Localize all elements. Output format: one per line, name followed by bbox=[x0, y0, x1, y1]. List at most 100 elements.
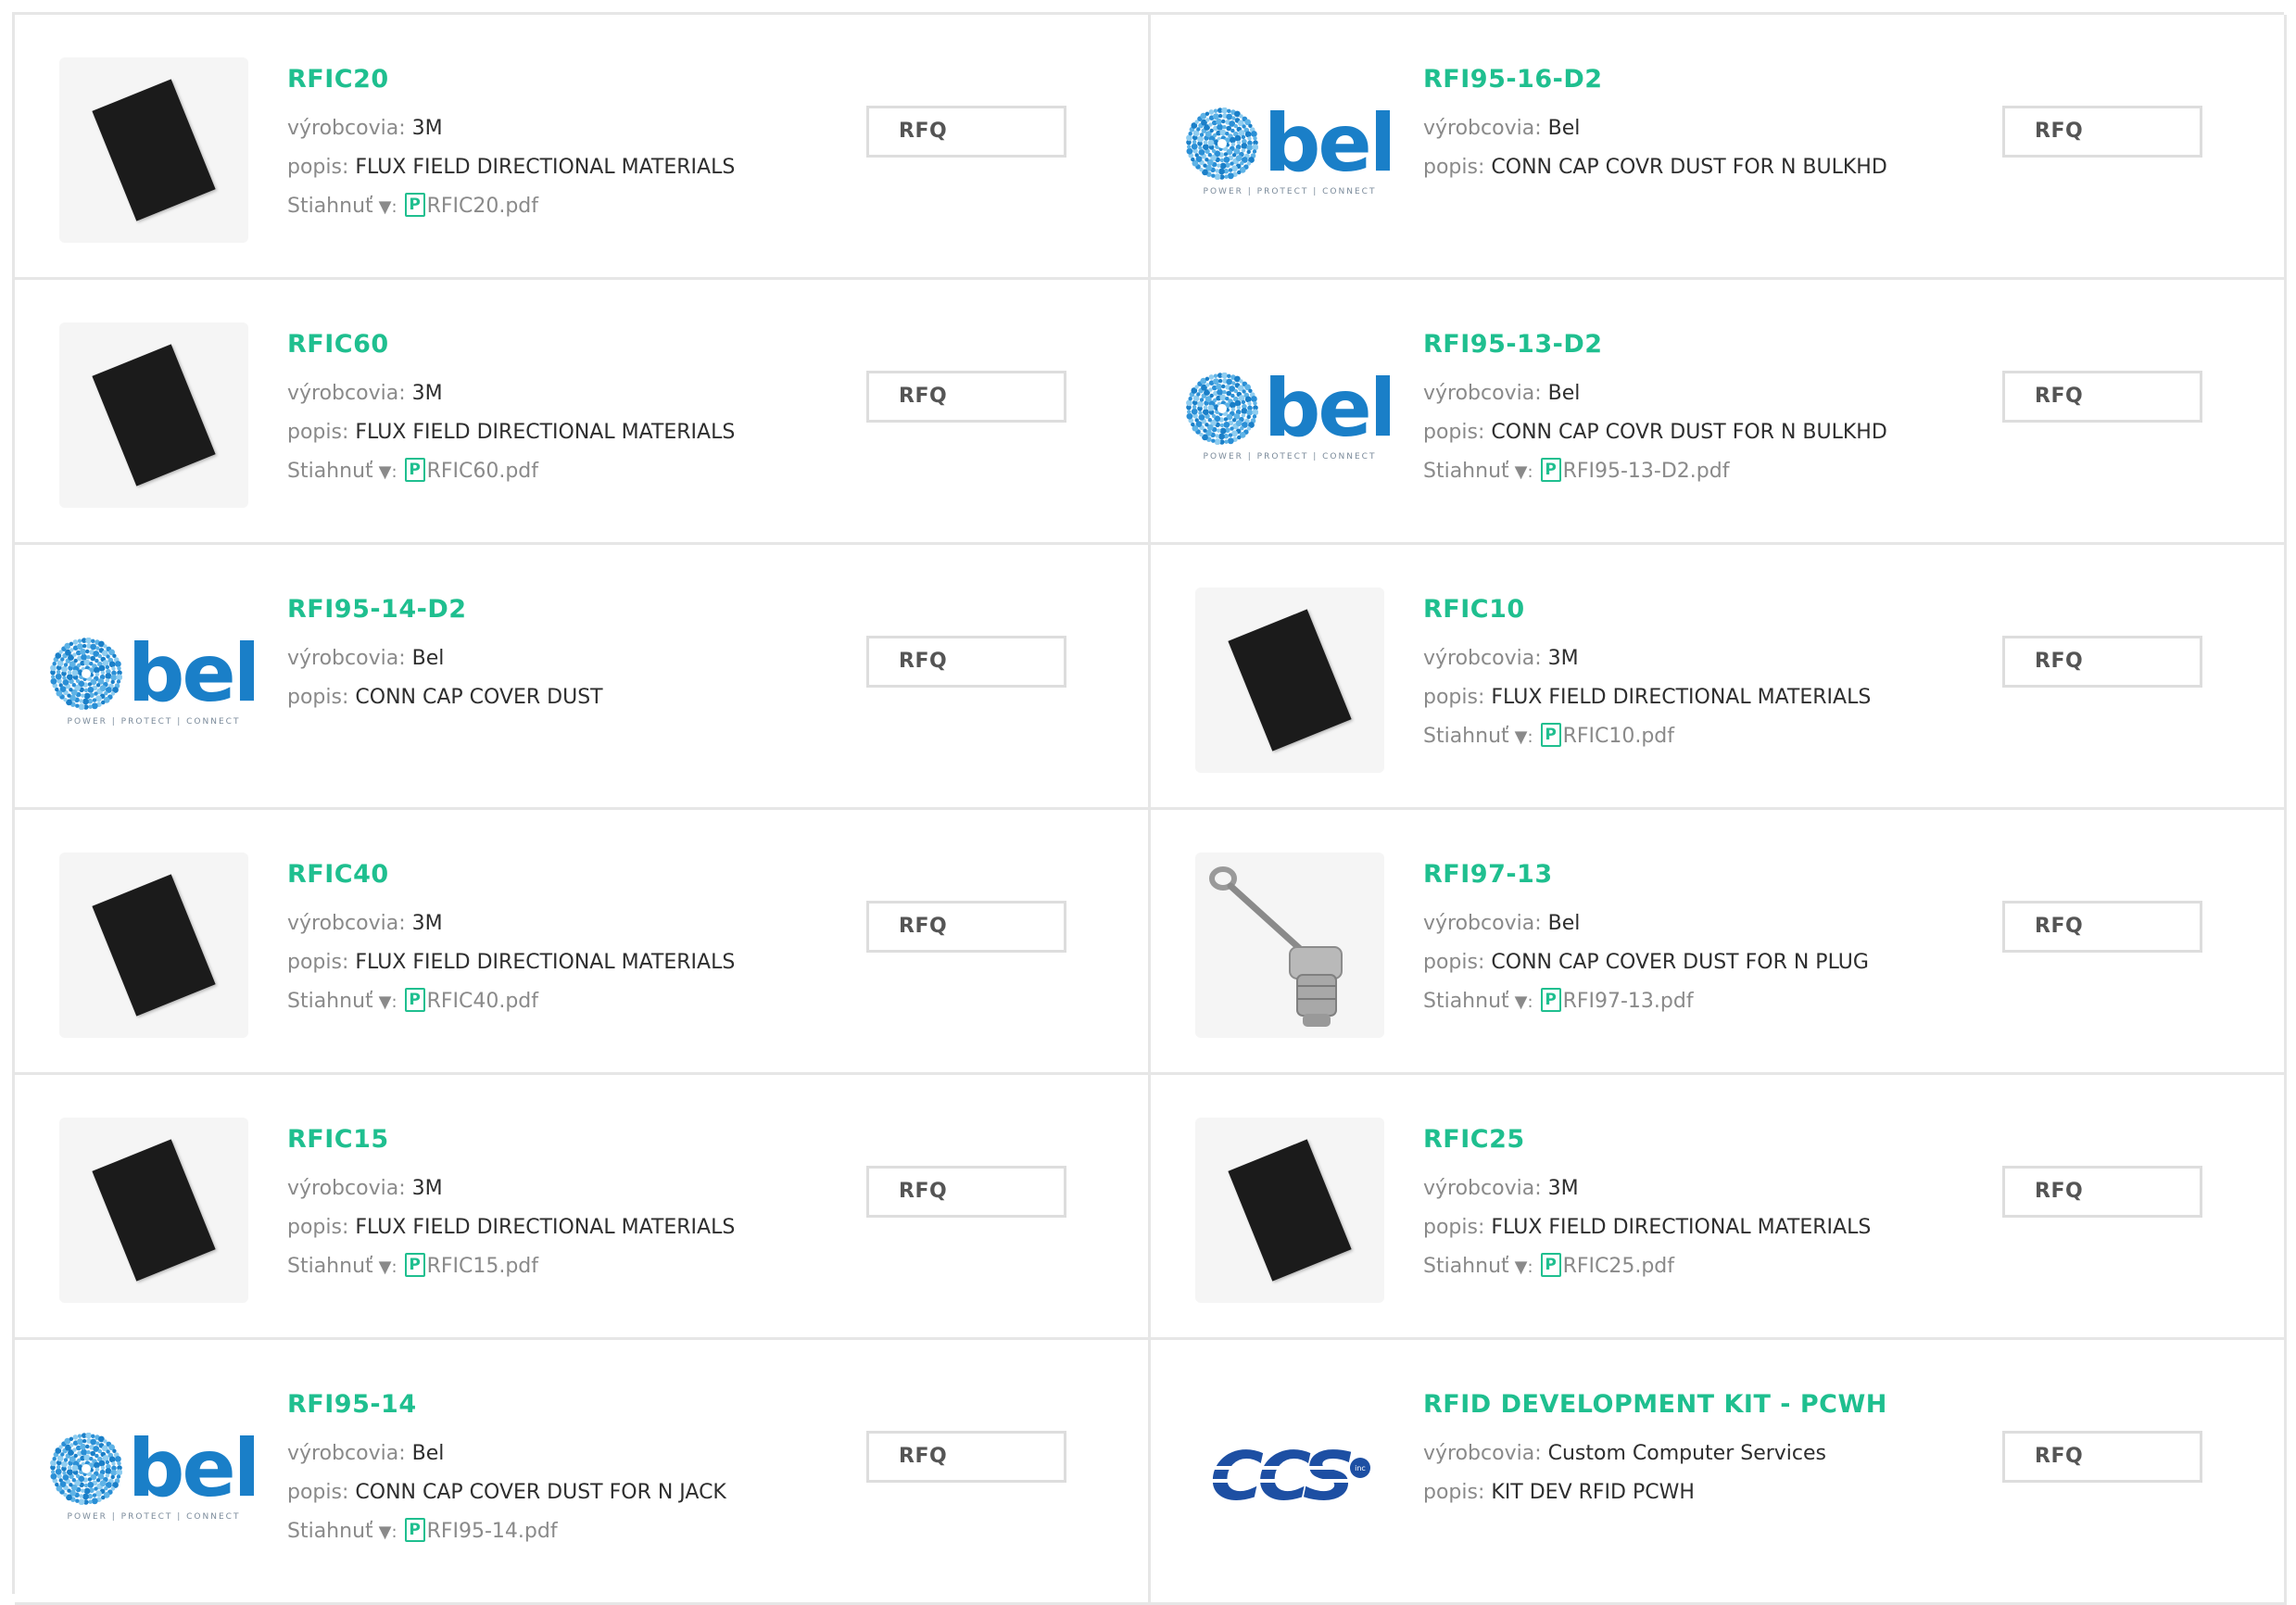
description-row: popis: KIT DEV RFID PCWH bbox=[1423, 1473, 1979, 1512]
product-card: RFIC15 výrobcovia: 3M popis: FLUX FIELD DI… bbox=[15, 1075, 1151, 1340]
manufacturer-row: výrobcovia: 3M bbox=[1423, 1169, 1979, 1208]
manufacturer-value: Bel bbox=[411, 1442, 445, 1465]
manufacturer-label: výrobcovia: bbox=[287, 647, 406, 670]
manufacturer-row: výrobcovia: 3M bbox=[287, 374, 843, 413]
rfq-button[interactable]: RFQ bbox=[866, 1431, 1066, 1483]
download-dropdown-icon[interactable]: ▼: bbox=[379, 1257, 397, 1277]
datasheet-link[interactable]: RFI95-13-D2.pdf bbox=[1563, 460, 1730, 483]
product-card: bel POWER | PROTECT | CONNECT RFI95-14 výro… bbox=[15, 1340, 1151, 1605]
product-image[interactable] bbox=[59, 1118, 248, 1303]
product-image[interactable] bbox=[1195, 588, 1384, 773]
product-card: RFIC25 výrobcovia: 3M popis: FLUX FIELD DI… bbox=[1151, 1075, 2287, 1340]
datasheet-link[interactable]: RFI97-13.pdf bbox=[1563, 990, 1694, 1013]
download-label: Stiahnuť bbox=[1423, 990, 1509, 1013]
description-value: FLUX FIELD DIRECTIONAL MATERIALS bbox=[355, 951, 736, 974]
manufacturer-value: 3M bbox=[411, 1177, 443, 1200]
product-image[interactable]: bel POWER | PROTECT | CONNECT bbox=[49, 1383, 260, 1568]
download-dropdown-icon[interactable]: ▼: bbox=[379, 197, 397, 217]
manufacturer-label: výrobcovia: bbox=[287, 1177, 406, 1200]
pdf-icon: P bbox=[1540, 988, 1561, 1012]
rfq-button[interactable]: RFQ bbox=[2002, 1431, 2202, 1483]
description-label: popis: bbox=[287, 156, 349, 179]
description-row: popis: CONN CAP COVER DUST FOR N PLUG bbox=[1423, 943, 1979, 982]
download-label: Stiahnuť bbox=[1423, 725, 1509, 748]
product-image[interactable] bbox=[1195, 1118, 1384, 1303]
product-card: RFIC40 výrobcovia: 3M popis: FLUX FIELD DI… bbox=[15, 810, 1151, 1075]
product-image[interactable]: CCS inc bbox=[1195, 1383, 1384, 1568]
part-number-link[interactable]: RFIC25 bbox=[1423, 1123, 1525, 1156]
part-number-link[interactable]: RFIC60 bbox=[287, 328, 389, 361]
manufacturer-label: výrobcovia: bbox=[287, 382, 406, 405]
description-label: popis: bbox=[1423, 1481, 1485, 1504]
black-sheet-icon bbox=[1228, 1139, 1352, 1282]
black-sheet-icon bbox=[92, 1139, 216, 1282]
part-number-link[interactable]: RFIC10 bbox=[1423, 593, 1525, 626]
download-dropdown-icon[interactable]: ▼: bbox=[1515, 992, 1533, 1012]
download-dropdown-icon[interactable]: ▼: bbox=[1515, 727, 1533, 747]
product-image[interactable]: bel POWER | PROTECT | CONNECT bbox=[49, 588, 260, 773]
download-dropdown-icon[interactable]: ▼: bbox=[379, 462, 397, 482]
product-info: RFI95-14-D2 výrobcovia: Bel popis: CONN CA… bbox=[287, 593, 843, 717]
description-row: popis: FLUX FIELD DIRECTIONAL MATERIALS bbox=[1423, 1208, 1979, 1247]
product-card: CCS inc RFID DEVELOPMENT KIT - PCWH výrobco… bbox=[1151, 1340, 2287, 1605]
datasheet-link[interactable]: RFI95-14.pdf bbox=[427, 1520, 558, 1543]
download-label: Stiahnuť bbox=[1423, 1255, 1509, 1278]
download-label: Stiahnuť bbox=[287, 195, 373, 218]
description-label: popis: bbox=[287, 1216, 349, 1239]
datasheet-link[interactable]: RFIC40.pdf bbox=[427, 990, 538, 1013]
product-info: RFI95-14 výrobcovia: Bel popis: CONN CAP C… bbox=[287, 1388, 843, 1551]
rfq-button[interactable]: RFQ bbox=[2002, 371, 2202, 423]
part-number-link[interactable]: RFI97-13 bbox=[1423, 858, 1553, 891]
product-card: RFI97-13 výrobcovia: Bel popis: CONN CAP C… bbox=[1151, 810, 2287, 1075]
bel-logo-icon: bel POWER | PROTECT | CONNECT bbox=[1185, 104, 1396, 196]
datasheet-link[interactable]: RFIC25.pdf bbox=[1563, 1255, 1674, 1278]
datasheet-link[interactable]: RFIC60.pdf bbox=[427, 460, 538, 483]
part-number-link[interactable]: RFIC15 bbox=[287, 1123, 389, 1156]
datasheet-link[interactable]: RFIC20.pdf bbox=[427, 195, 538, 218]
manufacturer-row: výrobcovia: Bel bbox=[1423, 374, 1979, 413]
download-label: Stiahnuť bbox=[287, 1520, 373, 1543]
product-image[interactable]: bel POWER | PROTECT | CONNECT bbox=[1185, 57, 1396, 243]
part-number-link[interactable]: RFI95-14 bbox=[287, 1388, 417, 1422]
rfq-button[interactable]: RFQ bbox=[2002, 1166, 2202, 1218]
part-number-link[interactable]: RFIC20 bbox=[287, 63, 389, 96]
svg-text:CCS: CCS bbox=[1210, 1440, 1351, 1510]
bel-logo-word: bel bbox=[127, 627, 260, 720]
download-dropdown-icon[interactable]: ▼: bbox=[1515, 1257, 1533, 1277]
part-number-link[interactable]: RFI95-16-D2 bbox=[1423, 63, 1603, 96]
rfq-button[interactable]: RFQ bbox=[866, 371, 1066, 423]
manufacturer-label: výrobcovia: bbox=[287, 1442, 406, 1465]
product-image[interactable] bbox=[59, 57, 248, 243]
datasheet-link[interactable]: RFIC10.pdf bbox=[1563, 725, 1674, 748]
part-number-link[interactable]: RFID DEVELOPMENT KIT - PCWH bbox=[1423, 1388, 1887, 1422]
pdf-icon: P bbox=[1540, 723, 1561, 747]
product-image[interactable] bbox=[59, 853, 248, 1038]
manufacturer-row: výrobcovia: 3M bbox=[1423, 639, 1979, 678]
product-image[interactable] bbox=[59, 322, 248, 508]
product-image[interactable] bbox=[1195, 853, 1384, 1038]
rfq-button[interactable]: RFQ bbox=[866, 636, 1066, 688]
bel-dots-icon bbox=[1185, 107, 1258, 180]
bel-logo-icon: bel POWER | PROTECT | CONNECT bbox=[1185, 362, 1396, 461]
description-row: popis: CONN CAP COVR DUST FOR N BULKHD bbox=[1423, 148, 1979, 187]
download-dropdown-icon[interactable]: ▼: bbox=[379, 1523, 397, 1542]
download-dropdown-icon[interactable]: ▼: bbox=[379, 992, 397, 1012]
manufacturer-value: Bel bbox=[1547, 382, 1581, 405]
datasheet-link[interactable]: RFIC15.pdf bbox=[427, 1255, 538, 1278]
bel-logo-mark: bel bbox=[49, 627, 260, 720]
rfq-button[interactable]: RFQ bbox=[2002, 636, 2202, 688]
download-dropdown-icon[interactable]: ▼: bbox=[1515, 462, 1533, 482]
rfq-button[interactable]: RFQ bbox=[866, 901, 1066, 953]
rfq-button[interactable]: RFQ bbox=[2002, 106, 2202, 158]
bel-logo-word: bel bbox=[1263, 362, 1396, 455]
product-image[interactable]: bel POWER | PROTECT | CONNECT bbox=[1185, 322, 1396, 508]
rfq-button[interactable]: RFQ bbox=[2002, 901, 2202, 953]
rfq-button[interactable]: RFQ bbox=[866, 106, 1066, 158]
product-card: bel POWER | PROTECT | CONNECT RFI95-14-D2 v… bbox=[15, 545, 1151, 810]
part-number-link[interactable]: RFI95-13-D2 bbox=[1423, 328, 1603, 361]
part-number-link[interactable]: RFIC40 bbox=[287, 858, 389, 891]
manufacturer-label: výrobcovia: bbox=[1423, 117, 1542, 140]
description-value: CONN CAP COVER DUST FOR N PLUG bbox=[1491, 951, 1869, 974]
rfq-button[interactable]: RFQ bbox=[866, 1166, 1066, 1218]
part-number-link[interactable]: RFI95-14-D2 bbox=[287, 593, 467, 626]
